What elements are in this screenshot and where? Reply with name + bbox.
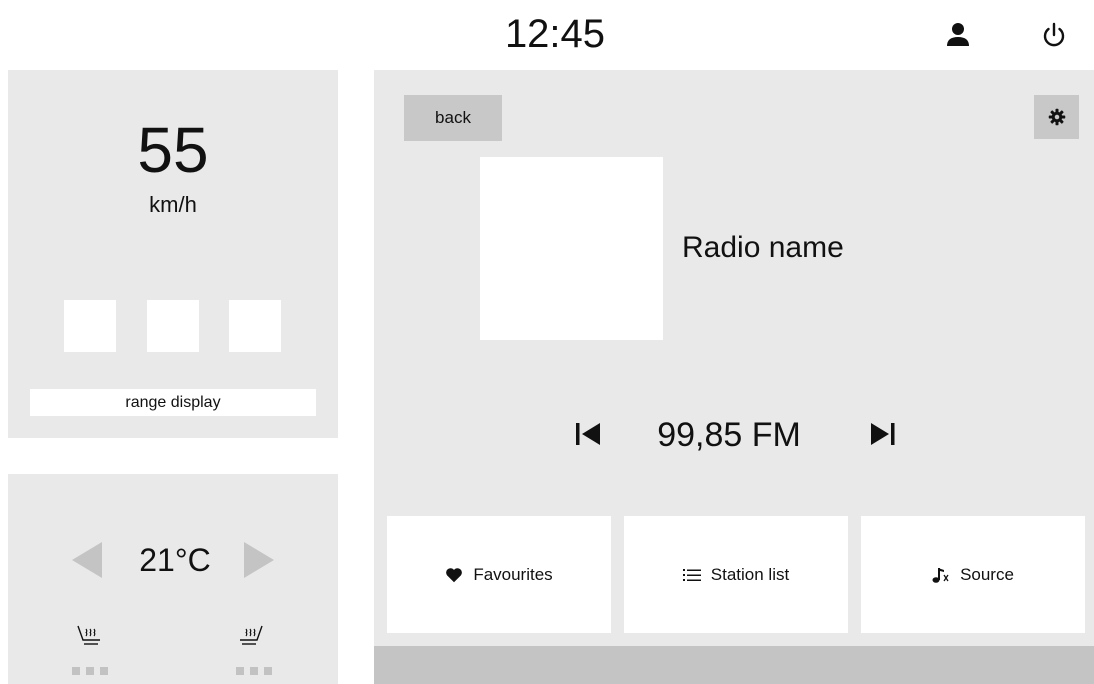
temperature-value: 21°C — [139, 542, 211, 578]
seat-heat-left-level — [72, 662, 114, 680]
skip-next-icon[interactable] — [869, 419, 901, 449]
seat-heat-right-level — [236, 662, 278, 680]
skip-previous-icon[interactable] — [574, 419, 606, 449]
indicator-slot-1 — [64, 300, 116, 352]
frequency-display: 99,85 FM — [657, 416, 801, 454]
bottom-bar — [374, 646, 1094, 684]
station-list-button[interactable]: Station list — [624, 516, 848, 633]
speed-panel: 55 km/h range display — [8, 70, 338, 438]
radio-panel: back Radio name 99,85 FM Favourites Stat… — [374, 70, 1094, 684]
indicator-slot-3 — [229, 300, 281, 352]
user-icon[interactable] — [944, 20, 972, 50]
chevron-left-icon[interactable] — [70, 540, 104, 580]
chevron-right-icon[interactable] — [242, 540, 276, 580]
settings-gear-icon — [1048, 108, 1065, 126]
indicator-slot-2 — [147, 300, 199, 352]
source-button[interactable]: Source — [861, 516, 1085, 633]
music-source-icon — [932, 566, 950, 584]
source-label: Source — [960, 564, 1014, 584]
seat-heat-right-icon[interactable] — [238, 624, 264, 648]
clock-time: 12:45 — [504, 12, 606, 56]
station-name: Radio name — [682, 231, 844, 264]
climate-panel: 21°C — [8, 474, 338, 684]
favourites-label: Favourites — [473, 564, 553, 584]
speed-value: 55 — [137, 114, 209, 186]
station-artwork — [480, 157, 663, 340]
seat-heat-left-icon[interactable] — [76, 624, 102, 648]
favourites-button[interactable]: Favourites — [387, 516, 611, 633]
heart-icon — [445, 567, 463, 583]
station-list-label: Station list — [710, 564, 790, 584]
settings-button[interactable] — [1034, 95, 1079, 139]
back-button[interactable]: back — [404, 95, 502, 141]
speed-unit: km/h — [149, 192, 197, 217]
power-icon[interactable] — [1040, 20, 1068, 50]
list-icon — [682, 567, 701, 583]
range-display: range display — [30, 389, 316, 416]
